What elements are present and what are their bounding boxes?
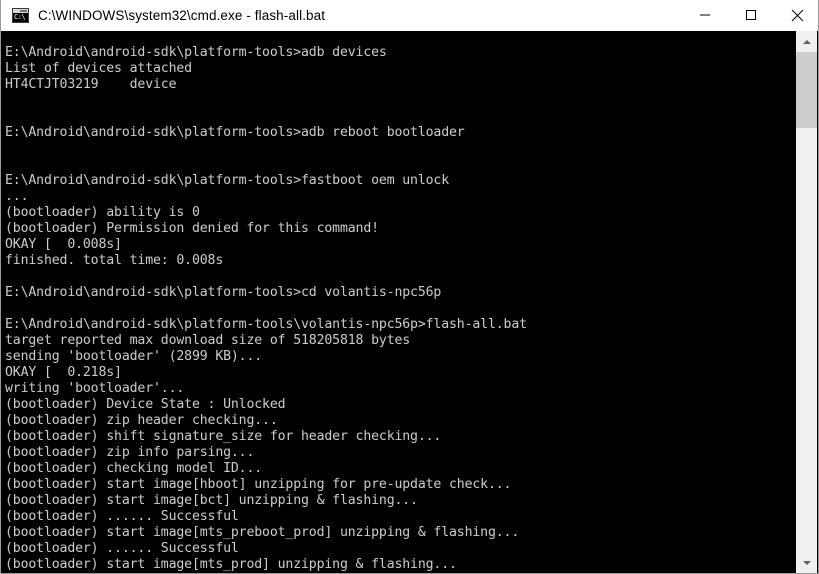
console-line: (bootloader) shift signature_size for he… <box>5 429 442 444</box>
window-title: C:\WINDOWS\system32\cmd.exe - flash-all.… <box>38 7 326 23</box>
console-line: (bootloader) ability is 0 <box>5 205 200 220</box>
cmd-console-icon: C:\ <box>12 7 29 23</box>
console-line: (bootloader) zip header checking... <box>5 413 278 428</box>
maximize-icon <box>746 10 756 20</box>
console-line: (bootloader) start image[mts_prod] unzip… <box>5 557 457 572</box>
icon-buttons-dots <box>20 9 27 12</box>
scroll-down-arrow-icon <box>802 560 811 565</box>
console-line: HT4CTJT03219 device <box>5 77 177 92</box>
icon-prompt-text: C:\ <box>14 12 26 21</box>
minimize-button[interactable] <box>682 0 728 31</box>
console-line: (bootloader) zip info parsing... <box>5 445 255 460</box>
cmd-window: C:\ C:\WINDOWS\system32\cmd.exe - flash-… <box>0 0 819 574</box>
console-line: (bootloader) start image[mts_preboot_pro… <box>5 525 520 540</box>
minimize-icon <box>700 14 710 16</box>
console-line: E:\Android\android-sdk\platform-tools>ad… <box>5 125 465 140</box>
console-line: (bootloader) Permission denied for this … <box>5 221 379 236</box>
console-line: (bootloader) start image[hboot] unzippin… <box>5 477 512 492</box>
close-icon <box>791 9 803 21</box>
console-line: writing 'bootloader'... <box>5 381 185 396</box>
window-controls <box>682 0 818 31</box>
scroll-up-arrow-icon <box>802 39 811 44</box>
vertical-scrollbar[interactable] <box>795 31 817 573</box>
console-line: E:\Android\android-sdk\platform-tools>ad… <box>5 45 387 60</box>
console-line: target reported max download size of 518… <box>5 333 411 348</box>
console-text: E:\Android\android-sdk\platform-tools>ad… <box>5 45 527 573</box>
console-line: ... <box>5 189 29 204</box>
console-line: sending 'bootloader' (2899 KB)... <box>5 349 263 364</box>
console-line: List of devices attached <box>5 61 192 76</box>
close-button[interactable] <box>774 0 818 31</box>
console-line: OKAY [ 0.218s] <box>5 365 122 380</box>
scroll-up-button[interactable] <box>796 31 817 52</box>
console-line: (bootloader) ...... Successful <box>5 509 239 524</box>
scroll-down-button[interactable] <box>796 552 817 573</box>
console-line: E:\Android\android-sdk\platform-tools\vo… <box>5 317 527 332</box>
console-line: E:\Android\android-sdk\platform-tools>fa… <box>5 173 450 188</box>
window-titlebar[interactable]: C:\ C:\WINDOWS\system32\cmd.exe - flash-… <box>1 0 818 31</box>
console-line: (bootloader) checking model ID... <box>5 461 263 476</box>
console-line: (bootloader) ...... Successful <box>5 541 239 556</box>
console-line: finished. total time: 0.008s <box>5 253 224 268</box>
scrollbar-thumb[interactable] <box>796 52 817 128</box>
console-line: OKAY [ 0.008s] <box>5 237 122 252</box>
console-line: E:\Android\android-sdk\platform-tools>cd… <box>5 285 442 300</box>
console-line: (bootloader) start image[bct] unzipping … <box>5 493 418 508</box>
console-output-area[interactable]: E:\Android\android-sdk\platform-tools>ad… <box>2 31 797 573</box>
console-line: (bootloader) Device State : Unlocked <box>5 397 286 412</box>
maximize-button[interactable] <box>728 0 774 31</box>
scrollbar-track[interactable] <box>796 52 817 552</box>
